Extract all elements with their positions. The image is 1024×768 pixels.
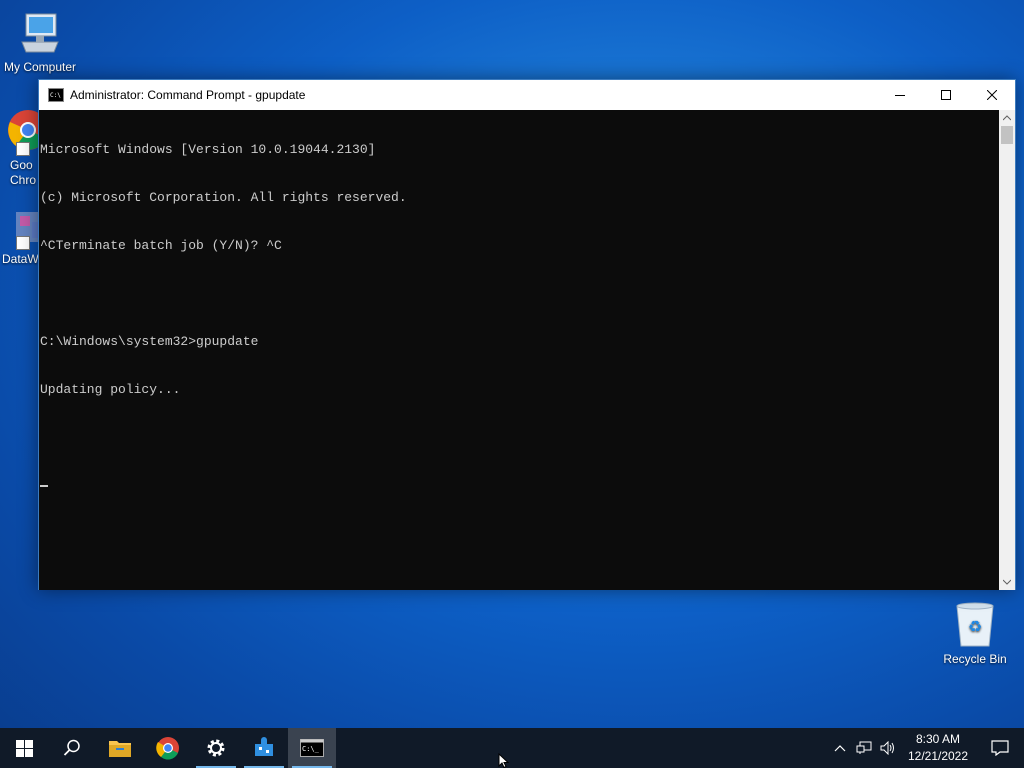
close-icon <box>987 90 997 100</box>
desktop-icon-label: My Computer <box>3 60 77 74</box>
console-line: Updating policy... <box>40 382 181 397</box>
taskbar-app[interactable] <box>240 728 288 768</box>
action-center-button[interactable] <box>976 728 1024 768</box>
scroll-thumb[interactable] <box>1001 126 1013 144</box>
mouse-pointer-icon <box>498 753 510 768</box>
taskbar-file-explorer[interactable] <box>96 728 144 768</box>
terminal-icon: C:\ <box>48 88 64 102</box>
taskbar-chrome[interactable] <box>144 728 192 768</box>
clock[interactable]: 8:30 AM 12/21/2022 <box>900 731 976 765</box>
terminal-icon: C:\_ <box>300 739 324 757</box>
scroll-down-button[interactable] <box>999 574 1015 590</box>
volume-icon <box>880 741 894 755</box>
console-line: ^CTerminate batch job (Y/N)? ^C <box>40 238 282 253</box>
console-cursor-line <box>40 478 1001 494</box>
clock-time: 8:30 AM <box>915 732 961 746</box>
computer-icon <box>16 10 64 58</box>
puzzle-icon <box>255 737 273 756</box>
command-prompt-window[interactable]: C:\ Administrator: Command Prompt - gpup… <box>38 79 1016 590</box>
chevron-down-icon <box>1003 579 1011 585</box>
show-hidden-icons-button[interactable] <box>828 728 852 768</box>
chevron-up-icon <box>1003 115 1011 121</box>
desktop-icon-my-computer[interactable]: My Computer <box>0 10 80 74</box>
minimize-button[interactable] <box>877 80 923 110</box>
shortcut-arrow-icon <box>16 236 30 250</box>
clock-date: 12/21/2022 <box>907 749 969 763</box>
console-line: C:\Windows\system32>gpupdate <box>40 334 259 349</box>
taskbar-command-prompt[interactable]: C:\_ <box>288 728 336 768</box>
title-bar[interactable]: C:\ Administrator: Command Prompt - gpup… <box>39 80 1015 110</box>
taskbar-settings[interactable] <box>192 728 240 768</box>
search-button[interactable] <box>48 728 96 768</box>
folder-icon <box>109 741 131 757</box>
console-output[interactable]: Microsoft Windows [Version 10.0.19044.21… <box>39 110 1001 590</box>
minimize-icon <box>895 95 905 96</box>
desktop-icon-recycle-bin[interactable]: ♻ Recycle Bin <box>935 602 1015 666</box>
scroll-up-button[interactable] <box>999 110 1015 126</box>
window-title: Administrator: Command Prompt - gpupdate <box>70 88 306 102</box>
gear-icon <box>207 739 225 757</box>
text-cursor <box>40 484 48 487</box>
volume-button[interactable] <box>876 728 900 768</box>
notification-icon <box>991 740 1009 756</box>
svg-text:C:\_: C:\_ <box>302 745 320 753</box>
close-button[interactable] <box>969 80 1015 110</box>
windows-logo-icon <box>15 739 33 757</box>
system-tray: 8:30 AM 12/21/2022 <box>828 728 1024 768</box>
search-icon <box>63 739 80 756</box>
svg-text:C:\: C:\ <box>50 92 61 99</box>
chrome-icon <box>156 737 179 760</box>
taskbar: C:\_ 8:30 AM 12/21/2022 <box>0 728 1024 768</box>
console-line: Microsoft Windows [Version 10.0.19044.21… <box>40 142 376 157</box>
recycle-bin-icon: ♻ <box>951 602 999 650</box>
vertical-scrollbar[interactable] <box>999 110 1015 590</box>
network-icon <box>856 741 872 754</box>
maximize-icon <box>941 90 951 100</box>
network-button[interactable] <box>852 728 876 768</box>
start-button[interactable] <box>0 728 48 768</box>
maximize-button[interactable] <box>923 80 969 110</box>
desktop-icon-label: Recycle Bin <box>943 652 1007 666</box>
chevron-up-icon <box>834 745 846 752</box>
svg-text:♻: ♻ <box>968 617 982 636</box>
shortcut-arrow-icon <box>16 142 30 156</box>
console-line: (c) Microsoft Corporation. All rights re… <box>40 190 407 205</box>
